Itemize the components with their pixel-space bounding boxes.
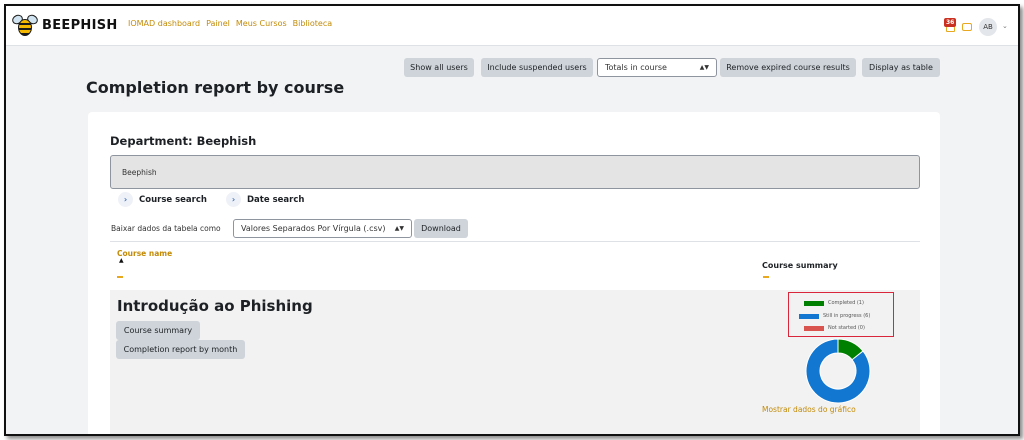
user-menu-chevron-down-icon[interactable]: ⌄	[1002, 22, 1008, 30]
bee-logo-icon	[10, 12, 40, 38]
sort-ascending-icon[interactable]: ▲	[119, 257, 124, 264]
chevron-right-icon: ›	[226, 192, 241, 207]
display-as-table-button[interactable]: Display as table	[862, 58, 940, 77]
download-format-select[interactable]: Valores Separados Por Vírgula (.csv) ▲▼	[233, 219, 412, 238]
nav-link-iomad-dashboard[interactable]: IOMAD dashboard	[128, 19, 200, 28]
top-navbar: BEEPHISH IOMAD dashboard Painel Meus Cur…	[6, 6, 1018, 46]
legend-label: Not started (0)	[828, 325, 865, 331]
user-avatar[interactable]: AB	[979, 18, 997, 36]
column-header-course-name[interactable]: Course name	[117, 249, 172, 258]
legend-swatch	[804, 300, 824, 306]
show-all-users-button[interactable]: Show all users	[404, 58, 474, 77]
legend-item-in-progress[interactable]: Still in progress (6)	[799, 313, 870, 319]
download-button[interactable]: Download	[414, 219, 468, 238]
table-divider	[110, 241, 920, 242]
course-name: Introdução ao Phishing	[117, 297, 313, 315]
course-search-label: Course search	[139, 194, 207, 205]
chevron-right-icon: ›	[118, 192, 133, 207]
show-chart-data-link[interactable]: Mostrar dados do gráfico	[762, 405, 856, 414]
collapse-column-icon[interactable]	[763, 276, 769, 278]
course-summary-button[interactable]: Course summary	[116, 321, 200, 340]
select-arrows-icon: ▲▼	[699, 64, 709, 71]
notification-count-badge: 36	[944, 18, 957, 27]
download-format-value: Valores Separados Por Vírgula (.csv)	[241, 224, 386, 233]
include-suspended-users-button[interactable]: Include suspended users	[481, 58, 593, 77]
legend-swatch	[804, 325, 824, 331]
messages-icon[interactable]	[962, 23, 972, 31]
completion-report-by-month-button[interactable]: Completion report by month	[116, 340, 245, 359]
totals-select[interactable]: Totals in course ▲▼	[597, 58, 717, 77]
site-logo[interactable]: BEEPHISH	[10, 12, 118, 38]
notifications-bell-icon[interactable]: 36	[944, 18, 958, 34]
primary-navigation: IOMAD dashboard Painel Meus Cursos Bibli…	[128, 19, 332, 28]
department-title: Department: Beephish	[110, 134, 257, 148]
download-format-label: Baixar dados da tabela como	[111, 224, 221, 233]
browser-frame: BEEPHISH IOMAD dashboard Painel Meus Cur…	[4, 4, 1020, 436]
brand-name: BEEPHISH	[42, 17, 118, 33]
chart-legend: Completed (1) Still in progress (6) Not …	[788, 292, 894, 337]
page-title: Completion report by course	[86, 78, 345, 97]
department-option[interactable]: Beephish	[122, 168, 157, 177]
date-search-toggle[interactable]: › Date search	[226, 192, 304, 207]
column-header-course-summary: Course summary	[762, 261, 838, 270]
nav-link-painel[interactable]: Painel	[206, 19, 230, 28]
nav-link-biblioteca[interactable]: Biblioteca	[293, 19, 333, 28]
totals-select-value: Totals in course	[605, 63, 667, 72]
nav-link-meus-cursos[interactable]: Meus Cursos	[236, 19, 287, 28]
legend-item-completed[interactable]: Completed (1)	[804, 300, 864, 306]
legend-label: Still in progress (6)	[823, 313, 871, 319]
legend-item-not-started[interactable]: Not started (0)	[804, 325, 865, 331]
legend-swatch	[799, 313, 819, 319]
legend-label: Completed (1)	[828, 300, 864, 306]
select-arrows-icon: ▲▼	[394, 225, 404, 232]
remove-expired-course-results-button[interactable]: Remove expired course results	[720, 58, 856, 77]
collapse-column-icon[interactable]	[117, 276, 123, 278]
date-search-label: Date search	[247, 194, 305, 205]
course-search-toggle[interactable]: › Course search	[118, 192, 207, 207]
department-selector[interactable]: Beephish	[110, 155, 920, 189]
completion-donut-chart	[805, 338, 871, 404]
